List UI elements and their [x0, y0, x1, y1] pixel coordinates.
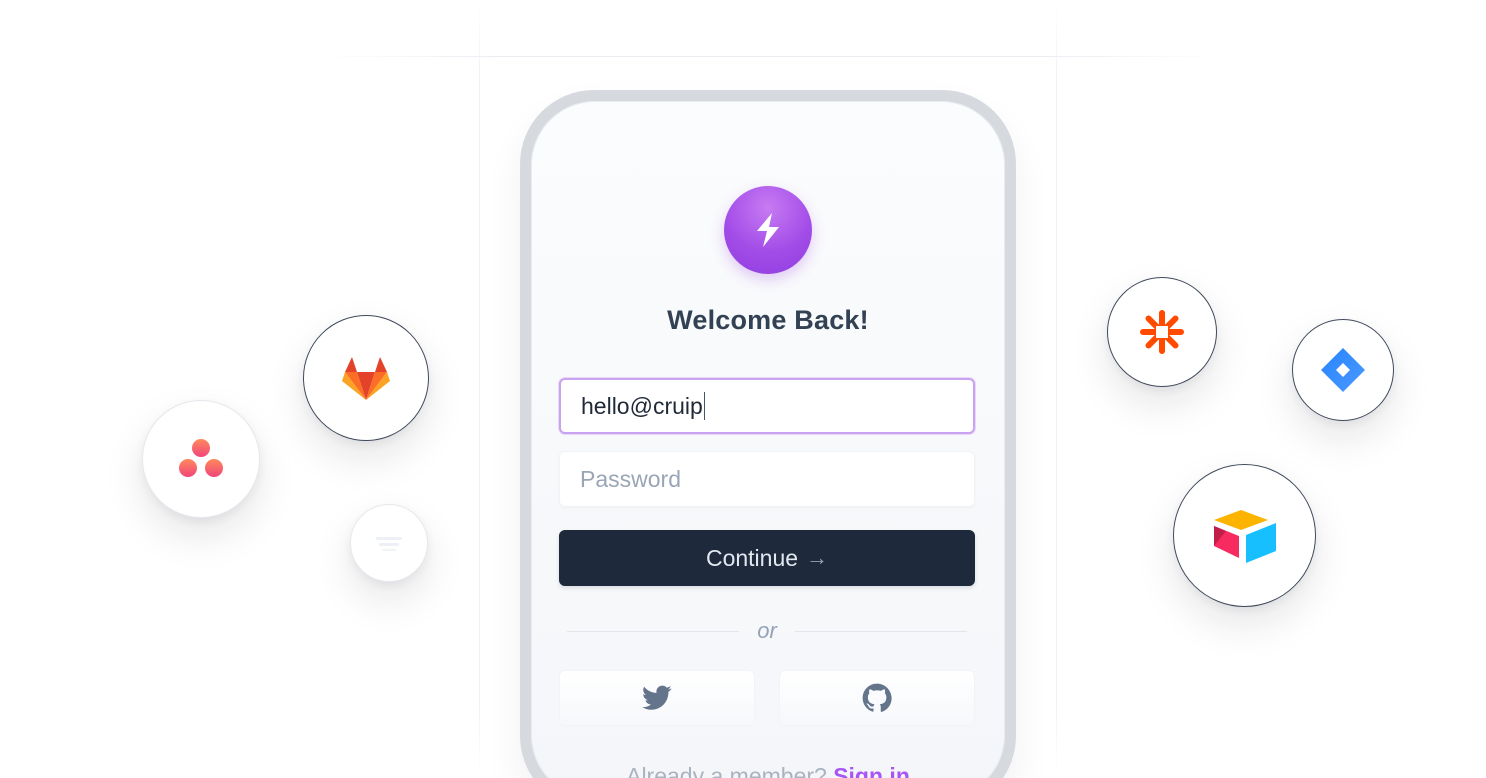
- zapier-icon: [1140, 310, 1184, 354]
- twitter-signin-button[interactable]: [559, 670, 755, 726]
- divider-line-left: [567, 630, 740, 632]
- signin-link[interactable]: Sign in: [833, 763, 910, 778]
- airtable-bubble: [1173, 464, 1316, 607]
- app-logo: [724, 186, 812, 274]
- gitlab-icon: [342, 357, 390, 400]
- guide-line-left: [479, 0, 480, 778]
- continue-button[interactable]: Continue →: [559, 530, 975, 586]
- email-value: hello@cruip: [581, 392, 703, 419]
- text-caret: [703, 392, 705, 420]
- zapier-bubble: [1107, 277, 1217, 387]
- asana-icon: [179, 439, 223, 477]
- email-field[interactable]: hello@cruip: [559, 378, 975, 434]
- lightning-icon: [757, 213, 779, 247]
- divider-text: or: [757, 618, 777, 643]
- airtable-icon: [1213, 509, 1276, 563]
- github-signin-button[interactable]: [779, 670, 975, 726]
- signin-prompt: Already a member? Sign in: [531, 763, 1005, 778]
- or-divider: or: [567, 618, 967, 643]
- password-placeholder: Password: [580, 465, 681, 492]
- page-title: Welcome Back!: [667, 305, 869, 335]
- divider-line-right: [794, 630, 967, 632]
- password-field[interactable]: Password: [559, 451, 975, 507]
- signin-screen: Welcome Back! hello@cruip Password Conti…: [531, 101, 1005, 778]
- jira-bubble: [1292, 319, 1394, 421]
- github-icon: [862, 683, 892, 712]
- placeholder-logo-icon: [376, 537, 402, 551]
- placeholder-bubble: [350, 504, 428, 582]
- phone-frame: Welcome Back! hello@cruip Password Conti…: [520, 90, 1016, 778]
- gitlab-bubble: [303, 315, 429, 441]
- guide-line-right: [1056, 0, 1057, 778]
- arrow-right-icon: →: [806, 545, 829, 570]
- jira-icon: [1321, 348, 1365, 392]
- continue-label: Continue: [705, 544, 799, 571]
- twitter-icon: [642, 685, 672, 710]
- asana-bubble: [142, 400, 260, 518]
- signin-prompt-text: Already a member?: [626, 763, 827, 778]
- guide-line-horizontal: [320, 56, 1220, 57]
